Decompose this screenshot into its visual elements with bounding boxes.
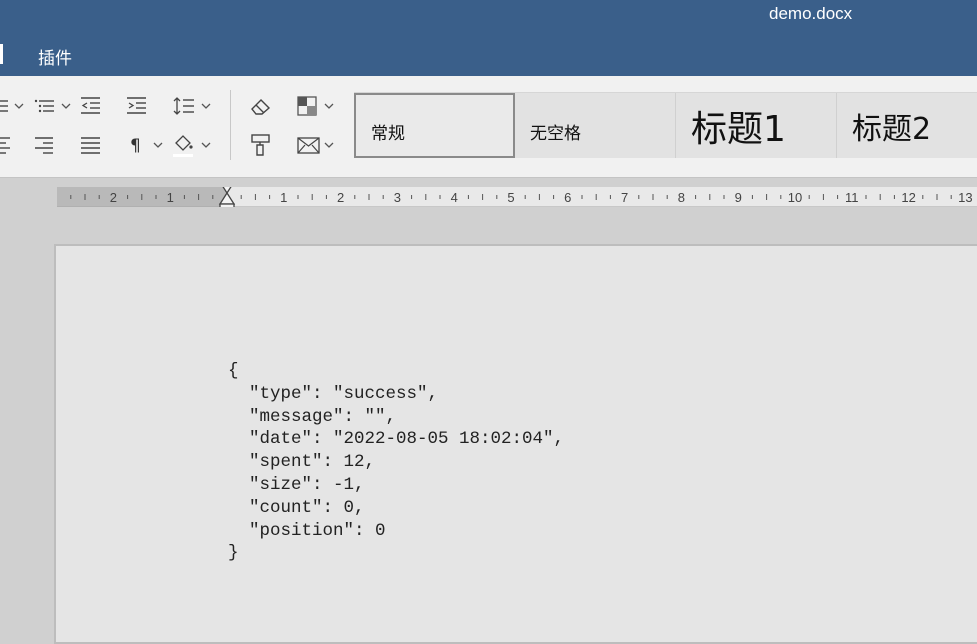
shading-button[interactable]: [172, 131, 214, 159]
document-line: "count": 0,: [228, 497, 365, 518]
svg-text:¶: ¶: [130, 136, 141, 156]
horizontal-ruler[interactable]: 2 1 1 2 3 4 5 6 7 8 9 10 11 12 13: [57, 187, 977, 207]
increase-indent-icon: [127, 97, 146, 114]
line-spacing-icon: [173, 97, 211, 115]
document-line: "date": "2022-08-05 18:02:04",: [228, 429, 565, 450]
table-icon: [297, 96, 334, 116]
paragraph-mark-icon: ¶: [130, 136, 163, 156]
clear-format-button[interactable]: [249, 92, 273, 120]
decrease-indent-button[interactable]: [80, 92, 102, 120]
document-line: "message": "",: [228, 406, 397, 427]
style-no-spacing[interactable]: 无空格: [515, 93, 676, 158]
style-heading-2[interactable]: 标题2: [837, 93, 977, 158]
ruler-number: 13: [958, 190, 972, 205]
tab-partial[interactable]: [0, 44, 3, 64]
ruler-number: 12: [901, 190, 915, 205]
style-normal[interactable]: 常规: [354, 93, 515, 158]
decrease-indent-icon: [81, 97, 100, 114]
eraser-icon: [251, 99, 271, 115]
ruler-number: 3: [394, 190, 401, 205]
mail-merge-button[interactable]: [296, 131, 336, 159]
align-left-button[interactable]: [0, 131, 14, 159]
document-page[interactable]: { "type": "success", "message": "", "dat…: [54, 244, 977, 644]
style-heading-1[interactable]: 标题1: [676, 93, 837, 158]
document-line: "position": 0: [228, 520, 386, 541]
align-center-icon: [0, 137, 10, 154]
table-button[interactable]: [296, 92, 336, 120]
title-bar: demo.docx: [0, 0, 977, 34]
document-title: demo.docx: [769, 4, 853, 23]
bullet-list-button[interactable]: [0, 92, 26, 120]
align-right-icon: [35, 137, 53, 154]
paragraph-mark-button[interactable]: ¶: [128, 131, 168, 159]
style-normal-label: 常规: [371, 124, 405, 144]
style-heading-1-label: 标题1: [691, 108, 786, 150]
justify-icon: [81, 137, 100, 154]
ruler-number: 5: [507, 190, 514, 205]
document-line: "spent": 12,: [228, 452, 376, 473]
ruler-number: 1: [280, 190, 287, 205]
multilevel-list-button[interactable]: [34, 92, 74, 120]
multilevel-list-icon: [34, 99, 71, 113]
ruler-number: 9: [735, 190, 742, 205]
document-line: "size": -1,: [228, 474, 365, 495]
ruler-number: 1: [167, 190, 174, 205]
align-right-button[interactable]: [34, 131, 56, 159]
style-heading-2-label: 标题2: [852, 111, 932, 147]
ruler-number: 8: [678, 190, 685, 205]
document-line: }: [228, 543, 239, 564]
document-line: {: [228, 361, 239, 381]
justify-button[interactable]: [80, 131, 102, 159]
ruler-number: 4: [451, 190, 458, 205]
ruler-area: 2 1 1 2 3 4 5 6 7 8 9 10 11 12 13: [0, 179, 977, 217]
ruler-number: 2: [337, 190, 344, 205]
style-no-spacing-label: 无空格: [530, 124, 581, 144]
ruler-number: 11: [845, 190, 859, 205]
toolbar: ¶ 常规 无空格 标题1 标题2: [0, 76, 977, 178]
ruler-number: 6: [564, 190, 571, 205]
ruler-number: 7: [621, 190, 628, 205]
bullet-list-icon: [0, 100, 24, 112]
mail-merge-icon: [297, 137, 334, 154]
ruler-number: 10: [788, 190, 802, 205]
document-content[interactable]: { "type": "success", "message": "", "dat…: [228, 360, 564, 565]
format-painter-icon: [251, 134, 270, 156]
tab-plugins[interactable]: 插件: [38, 44, 72, 69]
style-gallery: 常规 无空格 标题1 标题2: [354, 92, 977, 158]
format-painter-button[interactable]: [249, 131, 273, 159]
document-line: "type": "success",: [228, 383, 439, 404]
line-spacing-button[interactable]: [172, 92, 214, 120]
shading-icon: [173, 135, 211, 157]
increase-indent-button[interactable]: [126, 92, 148, 120]
tab-bar: 插件: [0, 34, 977, 76]
toolbar-separator: [230, 90, 231, 160]
ruler-number: 2: [110, 190, 117, 205]
